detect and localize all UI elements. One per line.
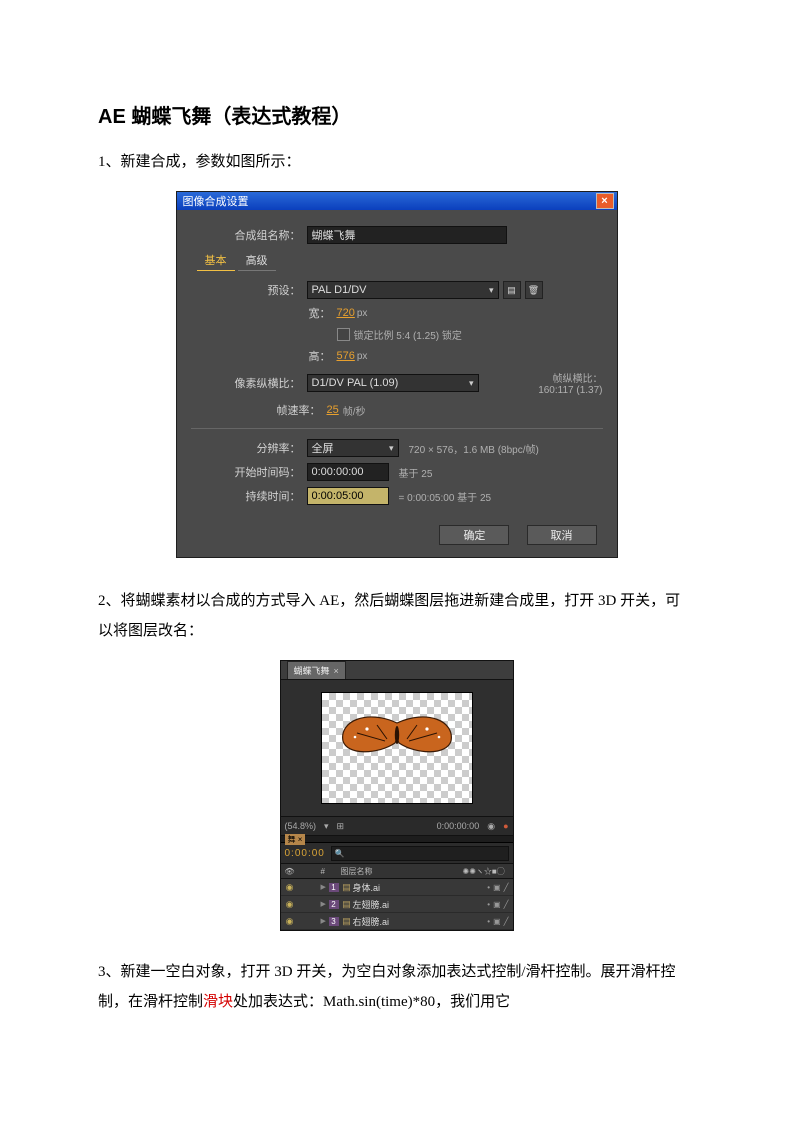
ok-button[interactable]: 确定 [439, 525, 509, 545]
start-tc-note: 基于 25 [399, 465, 433, 480]
close-icon[interactable]: × [596, 193, 614, 209]
resolution-label: 分辨率： [191, 440, 307, 456]
width-value[interactable]: 720 [337, 307, 355, 319]
lock-aspect-label: 锁定比例 5:4 (1.25) 锁定 [354, 327, 462, 342]
duration-input[interactable] [307, 487, 389, 505]
save-preset-icon[interactable]: ▤ [503, 281, 521, 299]
comp-tab[interactable]: 蝴蝶飞舞× [287, 661, 346, 679]
preset-combo[interactable]: PAL D1/DV [307, 281, 499, 299]
col-name: 图层名称 [339, 866, 463, 877]
layer-row[interactable]: ◉▶2▤左翅膀.ai•▣╱ [281, 896, 513, 913]
fps-value[interactable]: 25 [327, 404, 339, 416]
delete-preset-icon[interactable]: 🗑 [525, 281, 543, 299]
duration-label: 持续时间： [191, 488, 307, 504]
layer-name: 右翅膀.ai [353, 915, 459, 928]
duration-note: = 0:00:05:00 基于 25 [399, 489, 492, 504]
timeline-timecode[interactable]: 0:00:00 [285, 848, 325, 859]
step-3: 3、新建一空白对象，打开 3D 开关，为空白对象添加表达式控制/滑杆控制。展开滑… [98, 957, 695, 1017]
layer-name: 身体.ai [353, 881, 459, 894]
toolbar-dot-icon[interactable]: ● [503, 821, 508, 831]
doc-title: AE 蝴蝶飞舞（表达式教程） [98, 100, 695, 129]
width-label: 宽： [191, 305, 337, 321]
toolbar-timecode[interactable]: 0:00:00:00 [437, 821, 480, 831]
step-1: 1、新建合成，参数如图所示： [98, 147, 695, 177]
start-tc-input[interactable] [307, 463, 389, 481]
height-label: 高： [191, 348, 337, 364]
preset-label: 预设： [191, 282, 307, 298]
comp-settings-dialog: 图像合成设置 × 合成组名称： 基本 高级 预设： PAL D1/DV ▤ 🗑 [176, 191, 618, 558]
frame-aspect-label: 帧纵横比： [553, 374, 603, 385]
lock-aspect-checkbox[interactable] [337, 328, 350, 341]
3d-switch-icon[interactable]: ▣ [493, 883, 501, 892]
comp-name-input[interactable] [307, 226, 507, 244]
eye-column-icon: 👁 [281, 867, 299, 876]
height-value[interactable]: 576 [337, 350, 355, 362]
fps-label: 帧速率： [191, 402, 327, 418]
step-2: 2、将蝴蝶素材以合成的方式导入 AE，然后蝴蝶图层拖进新建合成里，打开 3D 开… [98, 586, 695, 646]
eye-icon[interactable]: ◉ [281, 882, 299, 893]
zoom-value[interactable]: (54.8%) [285, 821, 317, 831]
butterfly-image [337, 715, 457, 763]
3d-switch-icon[interactable]: ▣ [493, 900, 501, 909]
par-label: 像素纵横比： [191, 375, 307, 391]
dialog-title: 图像合成设置 [183, 193, 249, 209]
preview-canvas[interactable] [321, 692, 473, 804]
resolution-note: 720 × 576，1.6 MB (8bpc/帧) [409, 441, 539, 456]
tab-advanced[interactable]: 高级 [238, 250, 276, 271]
layer-row[interactable]: ◉▶1▤身体.ai•▣╱ [281, 879, 513, 896]
timeline-tab[interactable]: 舞 × [285, 834, 306, 845]
file-icon: ▤ [341, 916, 353, 927]
comp-name-label: 合成组名称： [191, 227, 307, 243]
snapshot-icon[interactable]: ◉ [487, 821, 495, 832]
toolbar-layers-icon[interactable]: ⊞ [337, 821, 345, 832]
comp-preview-panel: 蝴蝶飞舞× (54.8%) [280, 660, 514, 931]
start-tc-label: 开始时间码： [191, 464, 307, 480]
resolution-combo[interactable]: 全屏 [307, 439, 399, 457]
3d-switch-icon[interactable]: ▣ [493, 917, 501, 926]
eye-icon[interactable]: ◉ [281, 899, 299, 910]
tab-basic[interactable]: 基本 [197, 250, 235, 271]
file-icon: ▤ [341, 882, 353, 893]
switches-column: ✺✺ヽ☆■◯ [463, 866, 513, 877]
highlight-slider: 滑块 [203, 994, 233, 1010]
layer-search[interactable] [331, 846, 509, 861]
par-combo[interactable]: D1/DV PAL (1.09) [307, 374, 479, 392]
layer-name: 左翅膀.ai [353, 898, 459, 911]
frame-aspect-value: 160:117 (1.37) [538, 385, 602, 396]
file-icon: ▤ [341, 899, 353, 910]
eye-icon[interactable]: ◉ [281, 916, 299, 927]
layer-row[interactable]: ◉▶3▤右翅膀.ai•▣╱ [281, 913, 513, 930]
cancel-button[interactable]: 取消 [527, 525, 597, 545]
